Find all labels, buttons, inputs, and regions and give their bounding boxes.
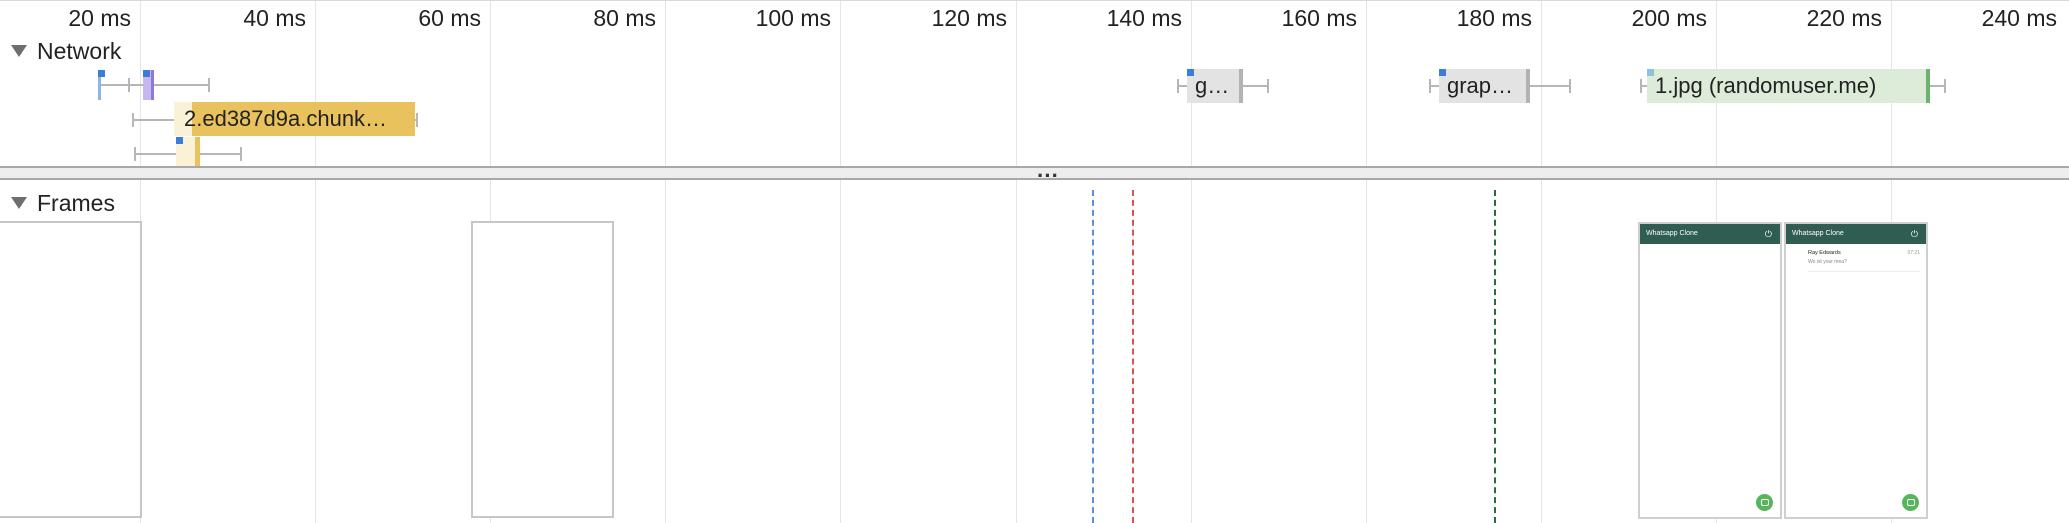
request-end-handle xyxy=(1526,69,1530,103)
gridline xyxy=(315,0,316,523)
ruler-tick-label: 80 ms xyxy=(593,5,656,31)
request-start-marker xyxy=(98,70,105,77)
ruler-tick-label: 160 ms xyxy=(1281,5,1357,31)
ruler-tick-label: 100 ms xyxy=(755,5,831,31)
request-bar[interactable]: 1.jpg (randomuser.me) xyxy=(1647,69,1930,103)
request-start-marker xyxy=(1439,69,1446,76)
performance-timeline[interactable]: 20 ms 40 ms 60 ms 80 ms 100 ms 120 ms 14… xyxy=(0,0,2069,523)
frame-screenshot[interactable]: Whatsapp Clone ⏻ xyxy=(1638,222,1782,519)
ruler-tick-label: 60 ms xyxy=(418,5,481,31)
request-whisker-cap xyxy=(416,113,418,127)
gridline xyxy=(1016,0,1017,523)
request-whisker-cap xyxy=(1267,79,1269,93)
new-chat-icon xyxy=(1902,494,1919,511)
frame-thumbnail[interactable] xyxy=(471,221,614,518)
frames-section-toggle[interactable]: Frames xyxy=(0,185,115,221)
request-whisker xyxy=(98,84,210,86)
request-label: 1.jpg (randomuser.me) xyxy=(1655,73,1877,98)
app-header: Whatsapp Clone ⏻ xyxy=(1786,224,1926,244)
ruler-tick-label: 220 ms xyxy=(1806,5,1882,31)
ruler-tick-label: 180 ms xyxy=(1456,5,1532,31)
frames-section-title: Frames xyxy=(37,189,115,216)
gridline xyxy=(840,0,841,523)
network-section-title: Network xyxy=(37,37,122,64)
collapse-triangle-icon[interactable] xyxy=(11,45,27,57)
chat-list-item: Ray Edwards 07:21 Wo ist your mea? xyxy=(1808,250,1920,272)
gridline xyxy=(1541,0,1542,523)
ruler-tick-label: 200 ms xyxy=(1631,5,1707,31)
time-ruler[interactable]: 20 ms 40 ms 60 ms 80 ms 100 ms 120 ms 14… xyxy=(0,0,2069,32)
ruler-tick-label: 140 ms xyxy=(1106,5,1182,31)
request-whisker-cap xyxy=(1429,79,1431,93)
paint-marker[interactable] xyxy=(1494,190,1496,523)
network-section-toggle[interactable]: Network xyxy=(0,33,121,69)
new-chat-icon xyxy=(1756,494,1773,511)
ruler-tick-label: 240 ms xyxy=(1981,5,2057,31)
section-resize-divider[interactable]: ··· xyxy=(0,163,2069,188)
request-whisker-cap xyxy=(240,147,242,161)
request-whisker-cap xyxy=(1569,79,1571,93)
dom-content-loaded-marker[interactable] xyxy=(1092,190,1094,523)
request-whisker-cap xyxy=(1640,79,1642,93)
load-event-marker[interactable] xyxy=(1132,190,1134,523)
chat-contact-name: Ray Edwards xyxy=(1808,250,1841,256)
more-ellipsis-icon: ··· xyxy=(1037,163,1059,188)
request-end-handle xyxy=(1239,69,1243,103)
request-whisker-cap xyxy=(128,78,130,92)
request-end-handle xyxy=(1926,69,1930,103)
ruler-tick-label: 20 ms xyxy=(68,5,131,31)
request-start-marker xyxy=(1187,69,1194,76)
ruler-tick-label: 120 ms xyxy=(931,5,1007,31)
request-whisker-cap xyxy=(134,147,136,161)
request-bar[interactable]: g… xyxy=(1187,69,1243,103)
request-label: grap… xyxy=(1447,73,1514,98)
request-whisker-cap xyxy=(132,113,134,127)
gridline xyxy=(665,0,666,523)
ruler-tick-label: 40 ms xyxy=(243,5,306,31)
frame-thumbnail[interactable] xyxy=(0,221,142,518)
chat-time: 07:21 xyxy=(1907,250,1920,256)
request-bar[interactable]: 2.ed387d9a.chunk… xyxy=(174,102,415,136)
request-whisker-cap xyxy=(1944,79,1946,93)
request-start-marker xyxy=(1647,69,1654,76)
chat-preview: Wo ist your mea? xyxy=(1808,259,1847,265)
app-title: Whatsapp Clone xyxy=(1792,230,1844,237)
request-whisker-cap xyxy=(1177,79,1179,93)
power-icon: ⏻ xyxy=(1764,229,1772,239)
power-icon: ⏻ xyxy=(1910,229,1918,239)
request-start-marker xyxy=(176,137,183,144)
app-header: Whatsapp Clone ⏻ xyxy=(1640,224,1780,244)
request-start-marker xyxy=(143,70,150,77)
collapse-triangle-icon[interactable] xyxy=(11,197,27,209)
request-label: 2.ed387d9a.chunk… xyxy=(184,106,388,131)
app-title: Whatsapp Clone xyxy=(1646,230,1698,237)
request-whisker-cap xyxy=(208,78,210,92)
frame-screenshot[interactable]: Whatsapp Clone ⏻ Ray Edwards 07:21 Wo is… xyxy=(1784,222,1928,519)
gridline xyxy=(1366,0,1367,523)
request-bar[interactable]: grap… xyxy=(1439,69,1530,103)
request-label: g… xyxy=(1195,73,1230,98)
